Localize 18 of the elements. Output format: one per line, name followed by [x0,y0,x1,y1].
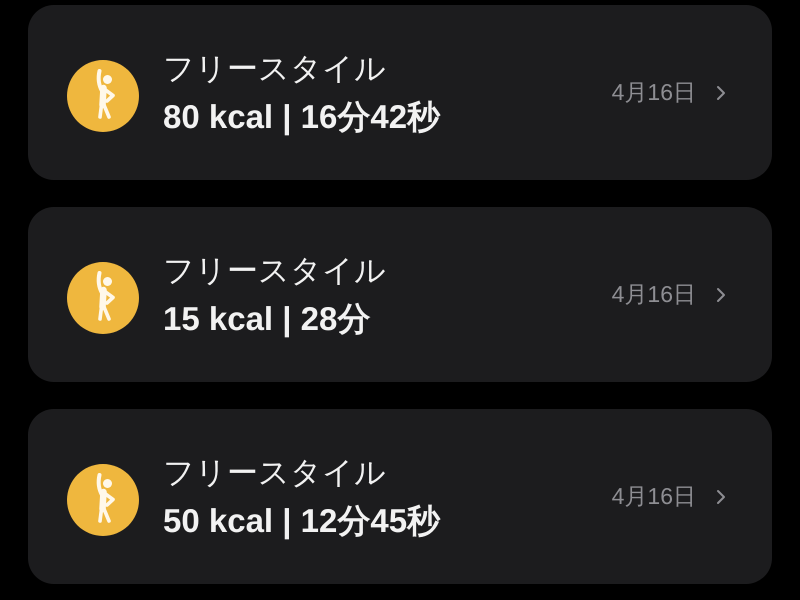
workout-date: 4月16日 [612,280,696,309]
person-icon [67,464,139,536]
workout-title: フリースタイル [163,50,386,88]
workout-card[interactable]: フリースタイル 15 kcal | 28分 4月16日 [28,207,772,382]
workout-stats: 80 kcal | 16分42秒 [163,96,440,136]
chevron-right-icon [716,84,726,100]
workout-card[interactable]: フリースタイル 80 kcal | 16分42秒 4月16日 [28,5,772,180]
workout-stats: 50 kcal | 12分45秒 [163,500,440,540]
workout-date: 4月16日 [612,482,696,511]
workout-stats: 15 kcal | 28分 [163,298,370,338]
workout-title: フリースタイル [163,454,386,492]
workout-card[interactable]: フリースタイル 50 kcal | 12分45秒 4月16日 [28,409,772,584]
person-icon [67,60,139,132]
chevron-right-icon [716,286,726,302]
workout-date: 4月16日 [612,78,696,107]
chevron-right-icon [716,488,726,504]
workout-title: フリースタイル [163,252,386,290]
person-icon [67,262,139,334]
